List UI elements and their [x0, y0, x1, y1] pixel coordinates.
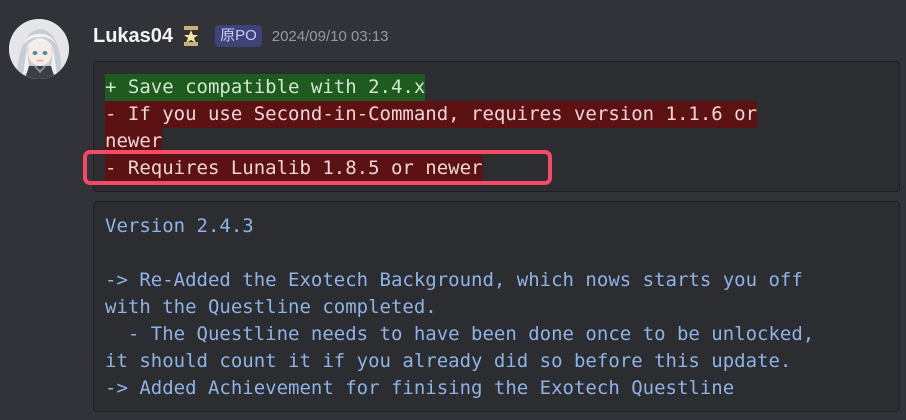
- diff-line-removed: - If you use Second-in-Command, requires…: [105, 101, 889, 128]
- avatar-image: [9, 19, 69, 79]
- removed-line-text: - If you use Second-in-Command, requires…: [105, 101, 758, 128]
- diff-line-added: + Save compatible with 2.4.x: [105, 74, 889, 101]
- added-line-text: + Save compatible with 2.4.x: [105, 74, 426, 101]
- user-avatar[interactable]: [9, 19, 69, 79]
- annotation-highlight-box: [83, 150, 552, 185]
- rank-emblem-icon[interactable]: [181, 24, 201, 48]
- notes-line: -> Added Achievement for finising the Ex…: [105, 377, 735, 399]
- notes-line: with the Questline completed.: [105, 296, 437, 318]
- original-poster-badge: 原PO: [215, 25, 262, 47]
- message-timestamp[interactable]: 2024/09/10 03:13: [272, 28, 389, 45]
- notes-line: -> Re-Added the Exotech Background, whic…: [105, 269, 803, 291]
- notes-line: Version 2.4.3: [105, 215, 254, 237]
- notes-code-block: Version 2.4.3 -> Re-Added the Exotech Ba…: [93, 201, 900, 412]
- notes-line: it should count it if you already did so…: [105, 350, 792, 372]
- chat-message: Lukas04 原PO 2024/09/10 03:13 + Save comp…: [0, 0, 906, 420]
- message-header: Lukas04 原PO 2024/09/10 03:13: [93, 22, 389, 50]
- notes-line: [105, 240, 889, 267]
- username[interactable]: Lukas04: [93, 25, 173, 48]
- notes-line: - The Questline needs to have been done …: [105, 323, 815, 345]
